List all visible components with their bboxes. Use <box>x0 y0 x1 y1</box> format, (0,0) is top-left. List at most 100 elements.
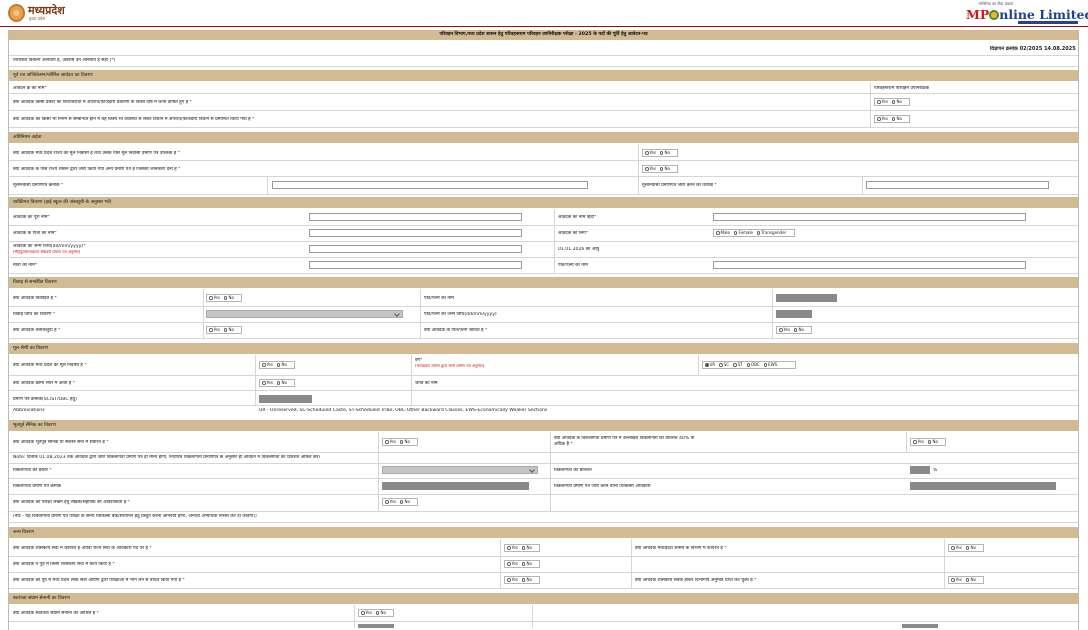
label-spouse-dob: पति/पत्नी की जन्म तिथि(dd/mm/yyyy) <box>424 312 497 317</box>
mponline-logo[interactable]: MP nline Limited <box>966 7 1088 22</box>
radio-male[interactable] <box>716 231 720 235</box>
radio-no[interactable] <box>521 578 526 582</box>
freedom-q1-radio[interactable]: Yes No <box>358 609 394 617</box>
other-q1-radio[interactable]: Yes No <box>504 544 540 552</box>
freedom-cert-field[interactable] <box>358 624 394 628</box>
ex-right-radio[interactable]: Yes No <box>910 438 946 446</box>
radio-yes[interactable] <box>385 440 389 444</box>
radio-yes[interactable] <box>645 151 649 155</box>
radio-female[interactable] <box>733 231 738 235</box>
cat-mp-radio[interactable]: Yes No <box>259 361 295 369</box>
radio-no[interactable] <box>891 117 896 121</box>
radio-no[interactable] <box>965 578 970 582</box>
disability-issuer-field[interactable] <box>910 482 1056 490</box>
chevron-down-icon <box>394 311 400 317</box>
label-name-hindi: आवेदक का नाम हिंदी* <box>558 215 597 220</box>
radio-sc[interactable] <box>719 363 723 367</box>
radio-no[interactable] <box>891 100 896 104</box>
radio-no[interactable] <box>223 296 228 300</box>
divorce-radio[interactable]: Yes No <box>206 326 242 334</box>
domicile-cert-no-input[interactable] <box>272 181 588 189</box>
radio-no[interactable] <box>276 381 281 385</box>
father-input[interactable] <box>309 229 522 237</box>
spouse-input[interactable] <box>713 261 1026 269</box>
marriage-date-select[interactable] <box>206 310 403 318</box>
form-title: परिवहन विभाग,मध्य प्रदेश शासन हेतु परिवह… <box>9 30 1078 40</box>
gender-radio[interactable]: Male Female Transgender <box>713 229 795 237</box>
radio-trans[interactable] <box>756 231 761 235</box>
radio-no[interactable] <box>793 328 798 332</box>
disability-percent-field[interactable] <box>910 466 930 474</box>
mother-input[interactable] <box>309 261 522 269</box>
radio-no[interactable] <box>399 440 404 444</box>
radio-yes[interactable] <box>262 363 266 367</box>
domicile-q2-radio[interactable]: Yes No <box>642 165 678 173</box>
radio-yes[interactable] <box>507 578 511 582</box>
radio-yes[interactable] <box>913 440 917 444</box>
disability-cert-field[interactable] <box>382 482 529 490</box>
radio-no[interactable] <box>659 151 664 155</box>
label-gender: आवेदक का लिंग* <box>558 231 589 236</box>
section-category: मूल श्रेणी का विवरण <box>9 343 1078 354</box>
radio-no[interactable] <box>375 611 380 615</box>
radio-st[interactable] <box>733 363 737 367</box>
other-q1-right-radio[interactable]: Yes No <box>948 544 984 552</box>
mp-emblem-icon <box>8 4 25 22</box>
radio-yes[interactable] <box>507 546 511 550</box>
spouse-dob-field[interactable] <box>776 310 812 318</box>
domicile-q1-radio[interactable]: Yes No <box>642 149 678 157</box>
creamy-radio[interactable]: Yes No <box>259 379 295 387</box>
name-input[interactable] <box>309 213 522 221</box>
radio-obc[interactable] <box>746 363 751 367</box>
domicile-cert-date-input[interactable] <box>866 181 1049 189</box>
state-name: मध्यप्रदेश <box>28 4 65 17</box>
radio-ur[interactable] <box>705 363 709 367</box>
radio-no[interactable] <box>659 167 664 171</box>
other-q2-radio[interactable]: Yes No <box>504 560 540 568</box>
radio-yes[interactable] <box>361 611 365 615</box>
radio-yes[interactable] <box>877 100 881 104</box>
label-marriage-date: विवाह तिथि का विवरण * <box>13 312 56 317</box>
radio-yes[interactable] <box>645 167 649 171</box>
radio-yes[interactable] <box>877 117 881 121</box>
prev-app-q1-radio[interactable]: Yes No <box>874 98 910 106</box>
label-disability-type: विकलांगता का प्रकार * <box>13 468 52 473</box>
freedom-cert-field-right[interactable] <box>902 624 938 628</box>
married-radio[interactable]: Yes No <box>206 294 242 302</box>
radio-yes[interactable] <box>779 328 783 332</box>
spouse-alive-radio[interactable]: Yes No <box>776 326 812 334</box>
radio-no[interactable] <box>965 546 970 550</box>
radio-no[interactable] <box>223 328 228 332</box>
radio-yes[interactable] <box>262 381 266 385</box>
radio-yes[interactable] <box>209 328 213 332</box>
section-other: अन्य विवरण <box>9 527 1078 538</box>
scribe-radio[interactable]: Yes No <box>382 498 418 506</box>
radio-no[interactable] <box>276 363 281 367</box>
spouse-name-field[interactable] <box>776 294 837 302</box>
label-disability-cert: विकलांगता प्रमाण पत्र क्रमांक <box>13 484 62 489</box>
other-q3-radio[interactable]: Yes No <box>504 576 540 584</box>
other-q3-right-radio[interactable]: Yes No <box>948 576 984 584</box>
radio-ews[interactable] <box>763 363 768 367</box>
dob-hint: (मैट्रिकुलेशन/हायर सेकेंडरी प्रमाण पत्र … <box>13 250 81 254</box>
dob-input[interactable] <box>309 245 522 253</box>
radio-yes[interactable] <box>507 562 511 566</box>
radio-yes[interactable] <box>951 578 955 582</box>
name-hindi-input[interactable] <box>713 213 1026 221</box>
caste-cert-field[interactable] <box>259 395 312 403</box>
disability-type-select[interactable] <box>382 466 538 474</box>
radio-no[interactable] <box>521 562 526 566</box>
prev-app-q2-radio[interactable]: Yes No <box>874 115 910 123</box>
ex-radio[interactable]: Yes No <box>382 438 418 446</box>
marital-q-divorce: क्या आवेदक तलाकशुदा है * <box>13 328 61 333</box>
radio-no[interactable] <box>927 440 932 444</box>
ex-note-long: Note: दिनांक 01.08.2023 तक आवेदक द्वारा … <box>13 455 321 460</box>
radio-yes[interactable] <box>385 500 389 504</box>
label-name: आवेदक का पूरा नाम* <box>13 215 50 220</box>
radio-yes[interactable] <box>209 296 213 300</box>
radio-no[interactable] <box>399 500 404 504</box>
radio-yes[interactable] <box>951 546 955 550</box>
other-q1-right: क्या आवेदक मध्यप्रदेश शासन के विभाग में … <box>635 546 727 551</box>
radio-no[interactable] <box>521 546 526 550</box>
category-radio[interactable]: UR SC ST OBC EWS <box>702 361 796 369</box>
